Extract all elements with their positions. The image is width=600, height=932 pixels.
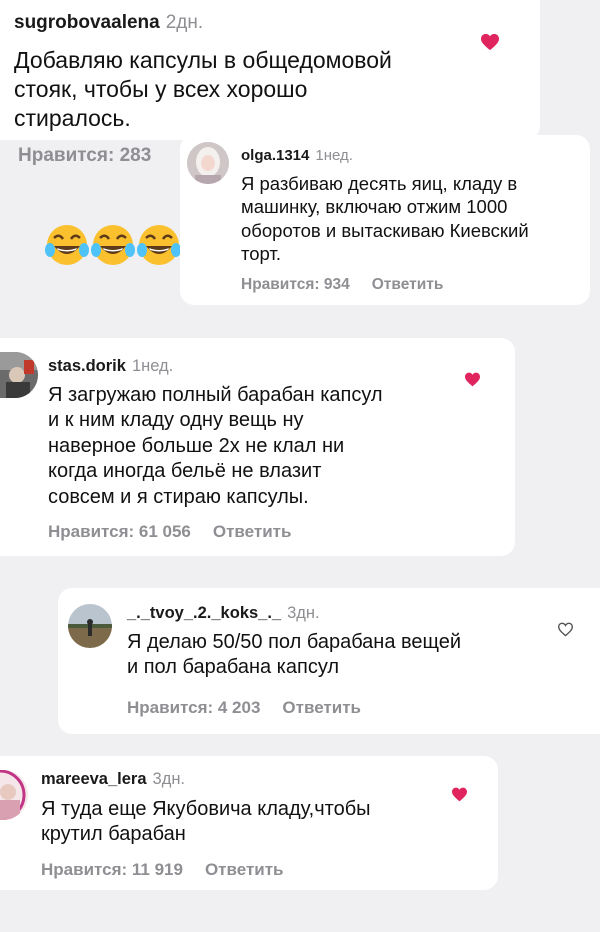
comment-time: 2дн. <box>165 12 204 33</box>
comment-meta: Нравится: 934 Ответить <box>241 276 443 294</box>
like-count[interactable]: Нравится: 934 <box>241 276 350 294</box>
comment-time: 3дн. <box>152 770 186 788</box>
reply-button[interactable]: Ответить <box>282 698 361 718</box>
comments-screen: sugrobovaalena 2дн. Добавляю капсулы в об… <box>0 0 600 932</box>
laughing-tears-emoji-icon <box>91 225 135 265</box>
comment-username[interactable]: _._tvoy_.2._koks_._ 3дн. <box>127 604 320 623</box>
avatar[interactable] <box>68 604 112 648</box>
comment-text: Добавляю капсулы в общедомовой стояк, чт… <box>14 47 392 132</box>
comment-text: Я делаю 50/50 пол барабана вещей и пол б… <box>127 631 462 679</box>
comment-text: Я загружаю полный барабан капсул и к ним… <box>48 384 383 508</box>
comment-username[interactable]: stas.dorik 1нед. <box>48 357 173 376</box>
laughing-tears-emoji-icon <box>137 225 181 265</box>
comment-time: 1нед. <box>131 357 174 375</box>
comment-meta: Нравится: 61 056 Ответить <box>48 522 291 542</box>
like-count[interactable]: Нравится: 61 056 <box>48 522 191 542</box>
comment-text: Я разбиваю десять яиц, кладу в машинку, … <box>241 173 529 265</box>
heart-filled-icon[interactable] <box>464 372 481 387</box>
comment-text: Я туда еще Якубовича кладу,чтобы крутил … <box>41 798 371 846</box>
laughing-tears-emoji-icon <box>45 225 89 265</box>
avatar[interactable] <box>187 142 229 184</box>
comment-username[interactable]: olga.1314 1нед. <box>241 147 353 164</box>
comment-meta: Нравится: 4 203 Ответить <box>127 698 361 718</box>
emoji-reaction <box>44 222 182 268</box>
comment-time: 3дн. <box>287 604 320 622</box>
comment-username[interactable]: mareeva_lera 3дн. <box>41 770 185 789</box>
reply-button[interactable]: Ответить <box>213 522 292 542</box>
like-count[interactable]: Нравится: 11 919 <box>41 860 183 880</box>
comment-username[interactable]: sugrobovaalena 2дн. <box>14 12 203 34</box>
like-count[interactable]: Нравится: 4 203 <box>127 698 260 718</box>
heart-filled-icon[interactable] <box>451 787 468 802</box>
heart-filled-icon[interactable] <box>480 33 500 51</box>
comment-time: 1нед. <box>315 147 353 164</box>
reply-button[interactable]: Ответить <box>205 860 284 880</box>
like-count[interactable]: Нравится: 283 <box>18 145 151 167</box>
reply-button[interactable]: Ответить <box>372 276 444 294</box>
comment-meta: Нравится: 11 919 Ответить <box>41 860 284 880</box>
heart-outline-icon[interactable] <box>557 622 574 637</box>
